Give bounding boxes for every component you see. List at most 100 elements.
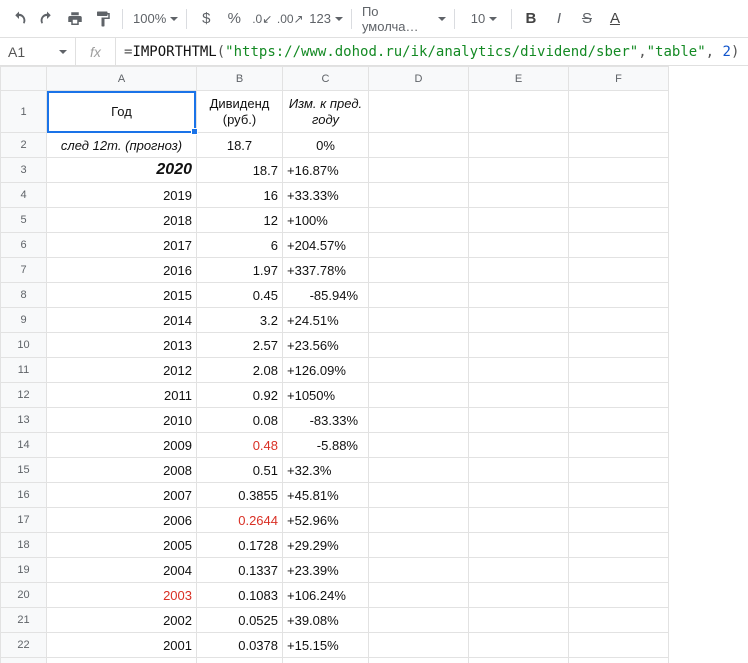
cell[interactable] [369, 183, 469, 208]
cell[interactable]: +45.81% [283, 483, 369, 508]
row-header[interactable]: 5 [1, 208, 47, 233]
cell[interactable] [569, 658, 669, 663]
cell[interactable]: 6 [197, 233, 283, 258]
cell[interactable] [569, 483, 669, 508]
spreadsheet-grid[interactable]: A B C D E F 1ГодДивиденд(руб.)Изм. к пре… [0, 66, 748, 663]
cell[interactable] [569, 383, 669, 408]
cell[interactable]: 2019 [47, 183, 197, 208]
cell[interactable] [569, 283, 669, 308]
cell[interactable] [469, 158, 569, 183]
formula-input[interactable]: =IMPORTHTML("https://www.dohod.ru/ik/ana… [116, 38, 748, 65]
cell[interactable]: +33.33% [283, 183, 369, 208]
cell[interactable] [469, 583, 569, 608]
cell[interactable]: -5.88% [283, 433, 369, 458]
cell[interactable]: +39.08% [283, 608, 369, 633]
font-size-dropdown[interactable]: 10 [461, 6, 505, 32]
cell[interactable] [469, 333, 569, 358]
cell[interactable]: 0.0328 [197, 658, 283, 663]
cell[interactable]: 2013 [47, 333, 197, 358]
cell[interactable] [369, 158, 469, 183]
cell[interactable]: +32.3% [283, 458, 369, 483]
cell[interactable] [569, 208, 669, 233]
cell[interactable] [469, 483, 569, 508]
cell[interactable] [369, 658, 469, 663]
row-header[interactable]: 9 [1, 308, 47, 333]
print-button[interactable] [62, 6, 88, 32]
cell[interactable] [569, 158, 669, 183]
cell[interactable]: 0.0525 [197, 608, 283, 633]
cell[interactable] [369, 483, 469, 508]
cell[interactable]: 0.1083 [197, 583, 283, 608]
cell[interactable]: 2011 [47, 383, 197, 408]
cell[interactable]: 2004 [47, 558, 197, 583]
row-header[interactable]: 13 [1, 408, 47, 433]
col-header-D[interactable]: D [369, 67, 469, 91]
col-header-F[interactable]: F [569, 67, 669, 91]
cell[interactable]: -83.33% [283, 408, 369, 433]
cell[interactable] [469, 558, 569, 583]
cell[interactable] [469, 183, 569, 208]
cell[interactable] [469, 383, 569, 408]
cell[interactable]: +15.15% [283, 633, 369, 658]
cell[interactable] [469, 633, 569, 658]
row-header[interactable]: 18 [1, 533, 47, 558]
cell[interactable]: 3.2 [197, 308, 283, 333]
cell[interactable]: +1050% [283, 383, 369, 408]
cell[interactable] [469, 133, 569, 158]
cell[interactable] [369, 633, 469, 658]
cell[interactable] [569, 358, 669, 383]
cell[interactable]: 0.48 [197, 433, 283, 458]
row-header[interactable]: 3 [1, 158, 47, 183]
cell[interactable] [469, 458, 569, 483]
redo-button[interactable] [34, 6, 60, 32]
cell[interactable] [369, 458, 469, 483]
cell[interactable]: 1.97 [197, 258, 283, 283]
cell[interactable] [469, 258, 569, 283]
text-color-button[interactable]: A [602, 6, 628, 32]
cell[interactable] [369, 408, 469, 433]
col-header-C[interactable]: C [283, 67, 369, 91]
cell[interactable]: 0% [283, 133, 369, 158]
cell[interactable]: +126.09% [283, 358, 369, 383]
cell[interactable] [369, 508, 469, 533]
cell[interactable] [369, 583, 469, 608]
cell[interactable]: 2.08 [197, 358, 283, 383]
cell[interactable]: +106.24% [283, 583, 369, 608]
cell[interactable]: 16 [197, 183, 283, 208]
cell[interactable]: 2017 [47, 233, 197, 258]
cell[interactable]: 0.3855 [197, 483, 283, 508]
cell[interactable] [569, 458, 669, 483]
cell[interactable]: +23.56% [283, 333, 369, 358]
cell[interactable] [569, 233, 669, 258]
italic-button[interactable]: I [546, 6, 572, 32]
paint-format-button[interactable] [90, 6, 116, 32]
cell[interactable]: 2002 [47, 608, 197, 633]
cell[interactable] [369, 283, 469, 308]
cell[interactable] [569, 433, 669, 458]
cell[interactable] [569, 583, 669, 608]
cell[interactable]: 12 [197, 208, 283, 233]
cell[interactable]: +337.78% [283, 258, 369, 283]
cell[interactable]: Изм. к пред.году [283, 91, 369, 133]
cell[interactable]: 2020 [47, 158, 197, 183]
cell[interactable] [569, 508, 669, 533]
cell[interactable] [469, 233, 569, 258]
cell[interactable]: 2001 [47, 633, 197, 658]
cell[interactable] [369, 533, 469, 558]
cell[interactable]: +23.39% [283, 558, 369, 583]
increase-decimal-button[interactable]: .00↗ [277, 6, 303, 32]
cell[interactable]: +24.51% [283, 308, 369, 333]
cell[interactable]: 2005 [47, 533, 197, 558]
cell[interactable] [469, 358, 569, 383]
cell[interactable] [569, 258, 669, 283]
row-header[interactable]: 6 [1, 233, 47, 258]
cell[interactable]: 18.7 [197, 133, 283, 158]
cell[interactable] [369, 308, 469, 333]
row-header[interactable]: 7 [1, 258, 47, 283]
cell[interactable]: 0.45 [197, 283, 283, 308]
name-box[interactable]: A1 [0, 38, 76, 65]
cell[interactable]: 2014 [47, 308, 197, 333]
cell[interactable]: +100% [283, 208, 369, 233]
cell[interactable]: 18.7 [197, 158, 283, 183]
row-header[interactable]: 14 [1, 433, 47, 458]
